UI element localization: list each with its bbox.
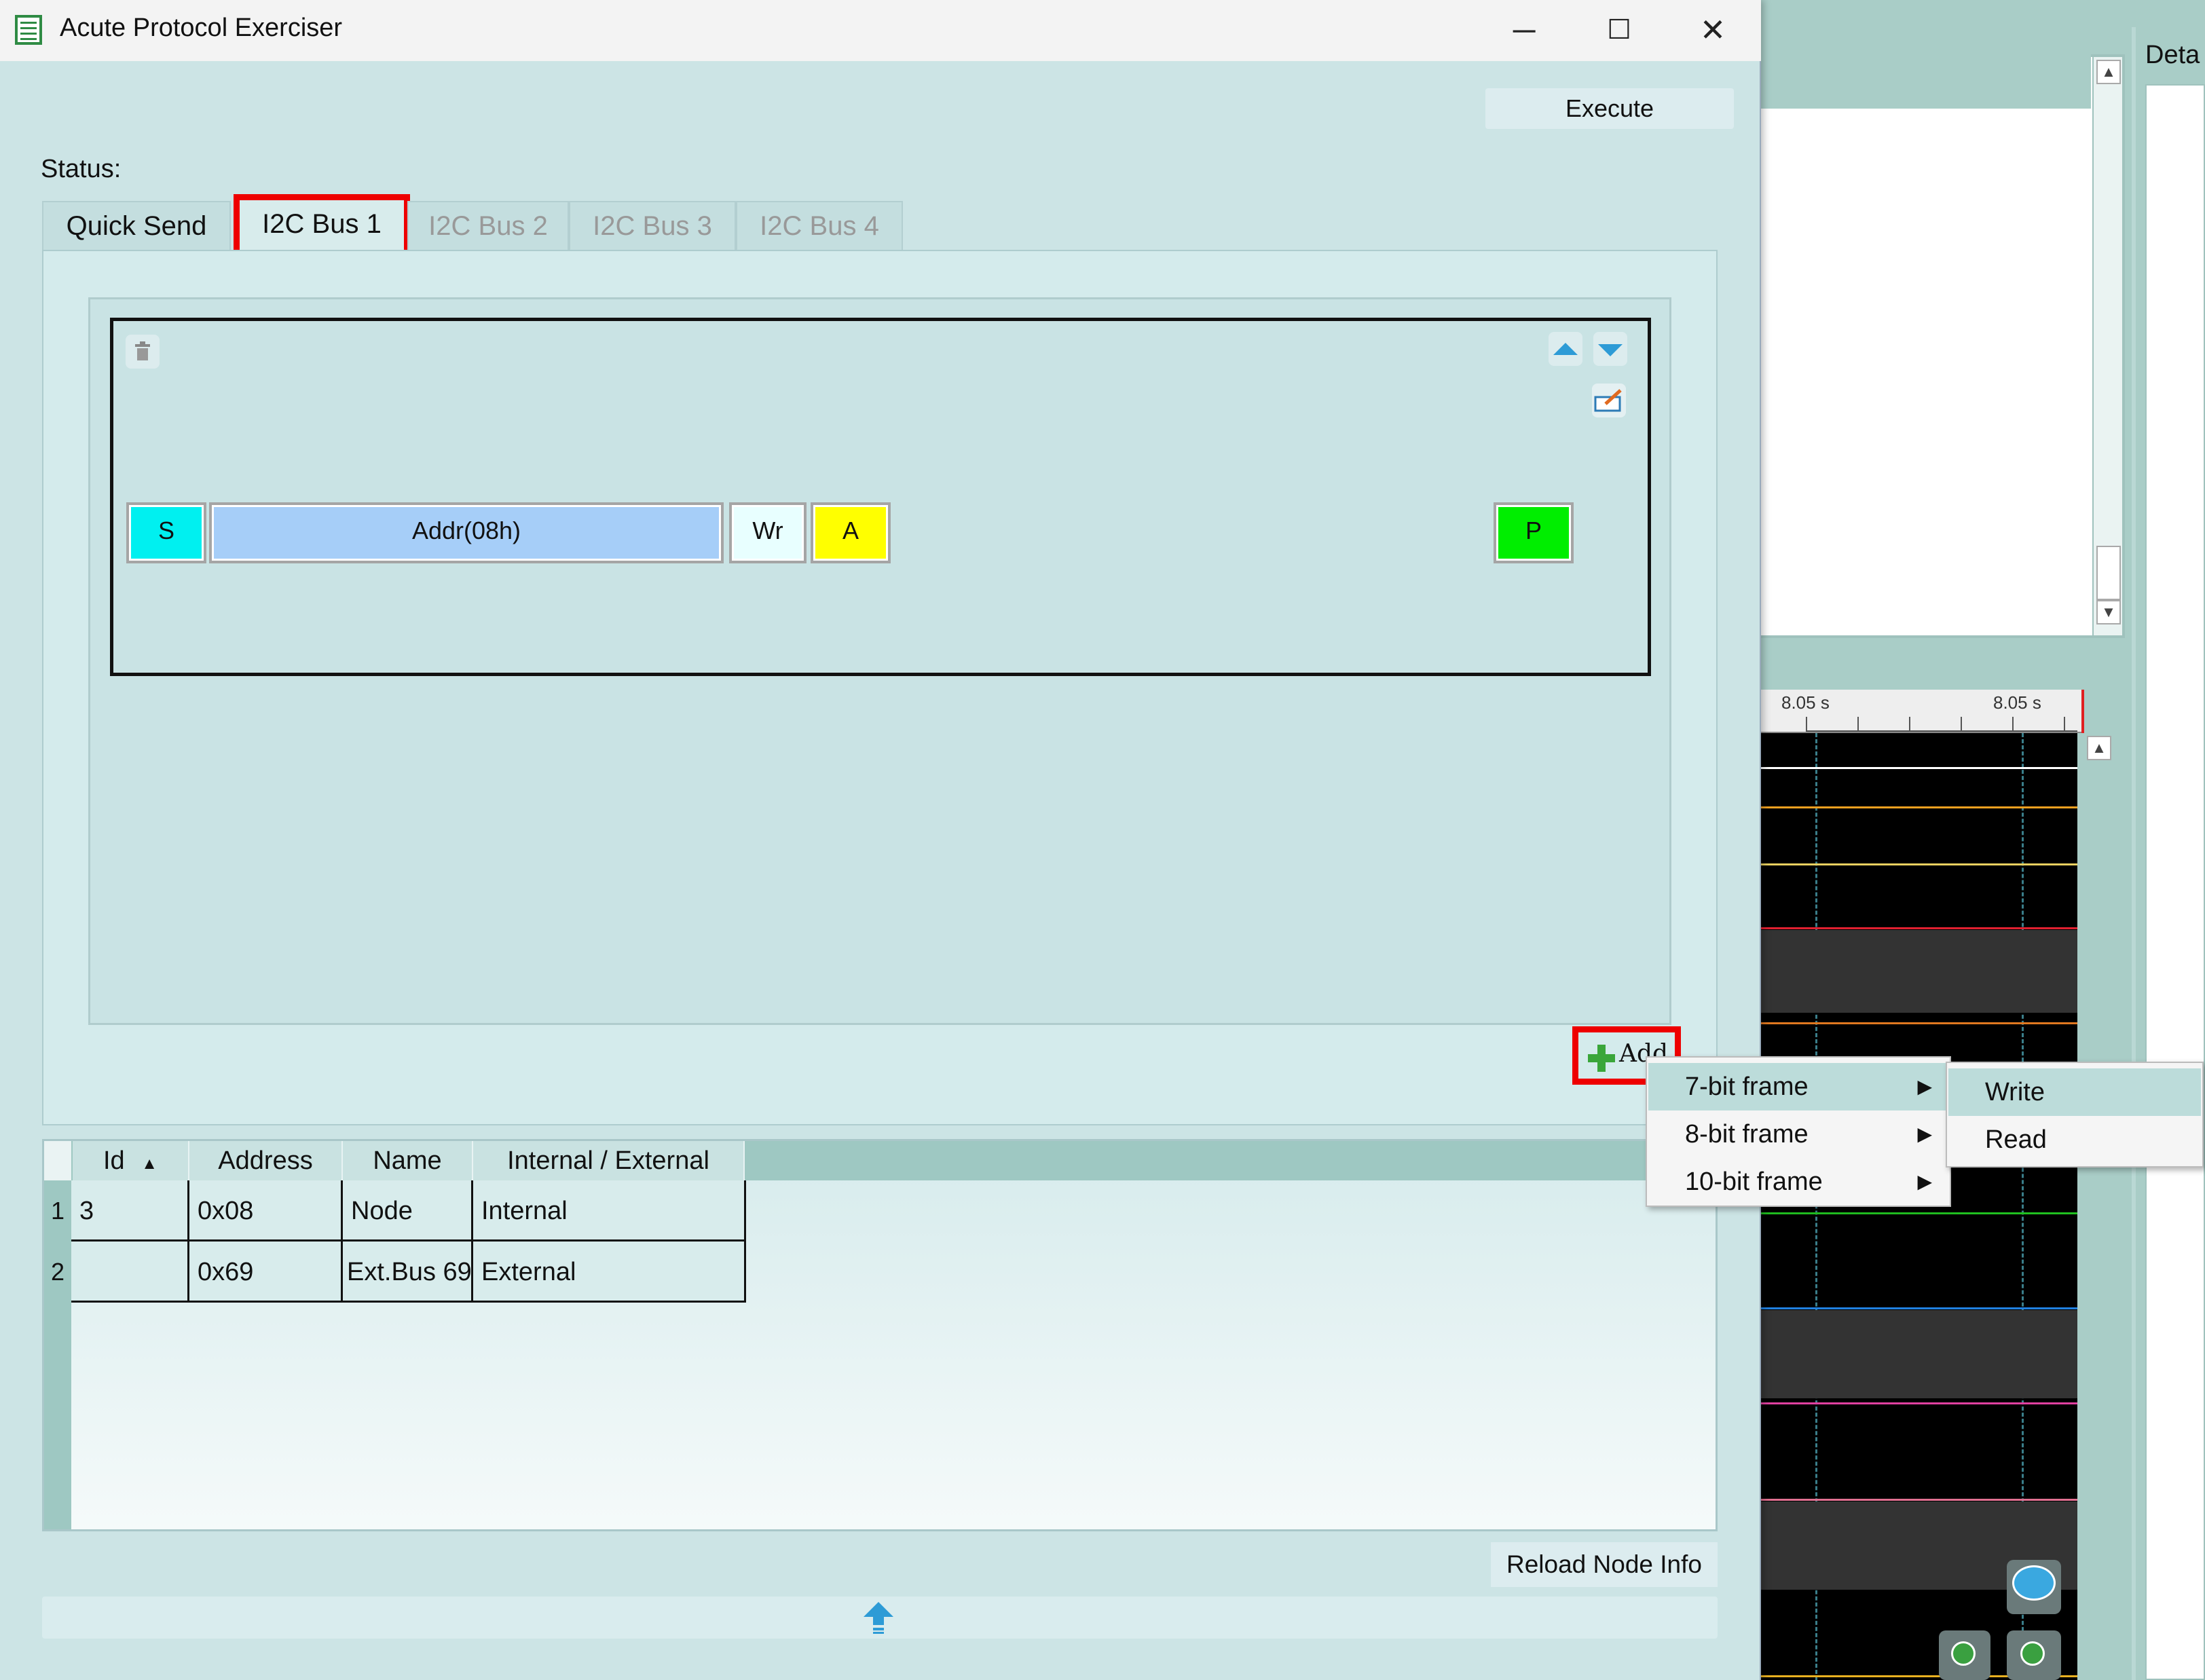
plus-icon xyxy=(1588,1045,1615,1072)
cell-name[interactable]: Ext.Bus 69 xyxy=(343,1242,473,1303)
row-number[interactable]: 1 xyxy=(44,1180,71,1242)
time-cursor[interactable] xyxy=(2081,690,2084,733)
column-header-type[interactable]: Internal / External xyxy=(473,1141,745,1180)
submenu-arrow-icon: ▶ xyxy=(1917,1171,1932,1192)
segment-address[interactable]: Addr(08h) xyxy=(209,502,724,563)
reload-node-info-button[interactable]: Reload Node Info xyxy=(1491,1542,1718,1587)
status-label: Status: xyxy=(41,155,122,183)
title-bar[interactable]: Acute Protocol Exerciser ─ ☐ ✕ xyxy=(0,0,1761,61)
row-number[interactable]: 2 xyxy=(44,1242,71,1303)
add-frame-menu: 7-bit frame ▶ 8-bit frame ▶ 10-bit frame… xyxy=(1646,1056,1951,1207)
trash-icon[interactable] xyxy=(126,335,160,369)
zoom-out-icon[interactable] xyxy=(1939,1630,1990,1680)
cell-address[interactable]: 0x08 xyxy=(189,1180,343,1242)
cell-address[interactable]: 0x69 xyxy=(189,1242,343,1303)
zoom-in-icon[interactable] xyxy=(2007,1630,2061,1680)
minimize-button[interactable]: ─ xyxy=(1480,7,1568,54)
window-title: Acute Protocol Exerciser xyxy=(60,14,343,42)
ruler-tick-label: 8.05 s xyxy=(1781,692,1830,713)
waveform-time-ruler: 8.05 s 8.05 s xyxy=(1752,690,2084,733)
submenu-arrow-icon: ▶ xyxy=(1917,1076,1932,1097)
table-header: Id ▲ Address Name Internal / External xyxy=(44,1141,1716,1180)
trace-band xyxy=(1752,930,2077,1013)
execute-button[interactable]: Execute xyxy=(1485,88,1734,129)
segment-ack[interactable]: A xyxy=(811,502,891,563)
bg-splitter[interactable] xyxy=(2132,27,2136,1680)
trace-line xyxy=(1752,1212,2077,1214)
menu-item-read[interactable]: Read xyxy=(1948,1116,2201,1163)
move-down-icon[interactable] xyxy=(1593,332,1627,366)
node-table[interactable]: Id ▲ Address Name Internal / External 1 … xyxy=(42,1139,1718,1531)
move-up-icon[interactable] xyxy=(1549,332,1582,366)
cell-name[interactable]: Node xyxy=(343,1180,473,1242)
trace-line xyxy=(1752,806,2077,808)
trace-line xyxy=(1752,927,2077,929)
trace-line xyxy=(1752,1307,2077,1309)
collapse-bar[interactable] xyxy=(42,1597,1718,1639)
trace-band xyxy=(1752,1310,2077,1398)
trace-line xyxy=(1752,1499,2077,1501)
chat-icon[interactable] xyxy=(2007,1560,2061,1614)
close-button[interactable]: ✕ xyxy=(1669,7,1757,54)
maximize-button[interactable]: ☐ xyxy=(1575,7,1663,54)
scroll-down-arrow[interactable]: ▼ xyxy=(2096,600,2121,624)
app-icon xyxy=(15,15,42,45)
bg-vertical-scrollbar[interactable]: ▲ ▼ xyxy=(2092,57,2122,635)
cell-id[interactable]: 3 xyxy=(71,1180,189,1242)
bg-log-panel xyxy=(1752,54,2125,638)
segment-start[interactable]: S xyxy=(126,502,206,563)
trace-line xyxy=(1752,1022,2077,1024)
ruler-tick-label: 8.05 s xyxy=(1993,692,2041,713)
cell-type[interactable]: Internal xyxy=(473,1180,746,1242)
segment-stop[interactable]: P xyxy=(1494,502,1574,563)
sort-ascending-icon: ▲ xyxy=(141,1155,158,1173)
tab-i2c-bus-2[interactable]: I2C Bus 2 xyxy=(407,201,569,251)
scroll-up-arrow[interactable]: ▲ xyxy=(2096,60,2121,84)
edit-icon[interactable] xyxy=(1592,384,1626,417)
cell-type[interactable]: External xyxy=(473,1242,746,1303)
menu-item-write[interactable]: Write xyxy=(1948,1068,2201,1116)
frame-direction-submenu: Write Read xyxy=(1946,1062,2204,1168)
menu-item-8bit-frame[interactable]: 8-bit frame ▶ xyxy=(1648,1110,1948,1158)
bg-detail-panel xyxy=(2145,84,2205,1680)
submenu-arrow-icon: ▶ xyxy=(1917,1123,1932,1144)
protocol-exerciser-window: Acute Protocol Exerciser ─ ☐ ✕ Execute S… xyxy=(0,0,1761,1680)
menu-item-10bit-frame[interactable]: 10-bit frame ▶ xyxy=(1648,1158,1948,1206)
scroll-thumb[interactable] xyxy=(2096,546,2121,600)
column-header-address[interactable]: Address xyxy=(189,1141,343,1180)
segment-write[interactable]: Wr xyxy=(729,502,807,563)
trace-line xyxy=(1752,1402,2077,1404)
cell-id[interactable] xyxy=(71,1242,189,1303)
trace-line xyxy=(1752,767,2077,769)
scroll-up-arrow[interactable]: ▲ xyxy=(2087,736,2111,760)
menu-item-7bit-frame[interactable]: 7-bit frame ▶ xyxy=(1648,1063,1948,1110)
bg-detail-header: Deta xyxy=(2145,41,2200,69)
ruler-ticks xyxy=(1806,717,2077,732)
trace-line xyxy=(1752,863,2077,865)
row-number-header xyxy=(44,1141,71,1180)
tab-quick-send[interactable]: Quick Send xyxy=(42,201,231,251)
i2c-frame[interactable] xyxy=(110,318,1651,676)
bg-top-strip xyxy=(1752,54,2091,109)
tab-i2c-bus-4[interactable]: I2C Bus 4 xyxy=(736,201,903,251)
column-header-id[interactable]: Id ▲ xyxy=(73,1141,189,1180)
tab-i2c-bus-3[interactable]: I2C Bus 3 xyxy=(569,201,736,251)
column-header-name[interactable]: Name xyxy=(343,1141,473,1180)
arrow-up-icon xyxy=(864,1602,893,1634)
tab-i2c-bus-1[interactable]: I2C Bus 1 xyxy=(234,194,410,257)
